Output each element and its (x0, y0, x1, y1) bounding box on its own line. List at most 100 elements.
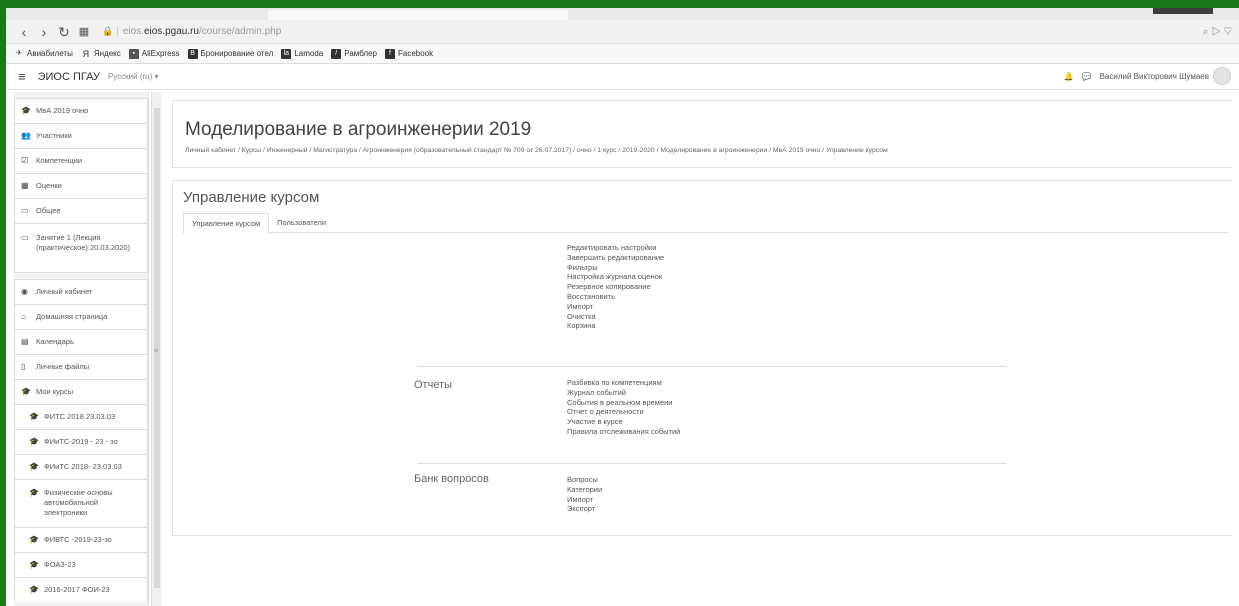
drawer-item[interactable]: ▭ Общее (14, 198, 148, 223)
address-actions-icon[interactable]: ⌕▷♡ (1203, 20, 1235, 44)
tab-bar: Управление курсом Пользователи (183, 213, 1228, 234)
graduation-cap-icon: 🎓 (21, 106, 31, 115)
divider (418, 463, 1006, 464)
drawer-item[interactable]: 🎓 ФИВТС -2019-23-зо (14, 527, 148, 552)
group-label-reports: Отчеты (414, 379, 453, 391)
site-brand[interactable]: ЭИОС ПГАУ (38, 71, 100, 83)
graduation-cap-icon: 🎓 (21, 387, 31, 396)
graduation-cap-icon: 🎓 (29, 462, 39, 471)
drawer-item[interactable]: ▭ Занятие 1 (Лекция (практическое) 20.03.… (14, 223, 148, 273)
browser-tab[interactable] (268, 10, 568, 20)
aliexpress-icon: ▪ (128, 48, 139, 59)
drawer-item[interactable]: ▦ Оценки (14, 173, 148, 198)
bookmark-item[interactable]: ✈ Авиабилеты (14, 49, 73, 59)
link-item[interactable]: Корзина (567, 321, 664, 331)
breadcrumb[interactable]: Личный кабинет / Курсы / Инженерный / Ма… (185, 147, 888, 154)
drawer-item[interactable]: 🎓 ФИиТС 2018- 23.03.03 (14, 454, 148, 479)
bookmark-item[interactable]: f Facebook (384, 48, 433, 59)
link-item[interactable]: Категории (567, 485, 602, 495)
page-title: Моделирование в агроинженерии 2019 (185, 119, 532, 140)
bookmark-item[interactable]: la Lamoda (281, 48, 323, 59)
drawer-item[interactable]: 🎓 Физические основы автомобильной электро… (14, 479, 148, 527)
lamoda-icon: la (281, 48, 292, 59)
link-item[interactable]: Редактировать настройки (567, 243, 664, 253)
graduation-cap-icon: 🎓 (29, 535, 39, 544)
users-icon: 👥 (21, 131, 31, 140)
drawer-item[interactable]: ◉ Личный кабинет (14, 279, 148, 304)
link-item[interactable]: Журнал событий (567, 388, 680, 398)
link-item[interactable]: Резервное копирование (567, 282, 664, 292)
drawer-scrollbar[interactable]: ≡ (151, 92, 161, 606)
admin-links: Редактировать настройки Завершить редакт… (567, 243, 664, 331)
graduation-cap-icon: 🎓 (29, 412, 39, 421)
graduation-cap-icon: 🎓 (29, 437, 39, 446)
drawer-item[interactable]: 🎓 2016-2017 ФОИ-23 (14, 577, 148, 602)
link-item[interactable]: Настройка журнала оценок (567, 272, 664, 282)
link-item[interactable]: Импорт (567, 302, 664, 312)
table-icon: ▦ (21, 181, 29, 190)
drawer-item[interactable]: 🎓 ФОАЗ-23 (14, 552, 148, 577)
link-item[interactable]: Разбивка по компетенциям (567, 378, 680, 388)
folder-icon: ▭ (21, 233, 29, 242)
bookmark-item[interactable]: ▪ AliExpress (128, 48, 180, 59)
address-bar: ‹ › ↻ ▦ 🔒 | eios. eios.pgau.ru/course/adm… (6, 20, 1239, 44)
user-name[interactable]: Василий Викторович Шумаев (1100, 72, 1209, 81)
yandex-icon: Я (82, 48, 90, 59)
lock-icon: 🔒 (102, 26, 114, 36)
page-header: Моделирование в агроинженерии 2019 Личны… (172, 100, 1232, 168)
nav-drawer: 🎓 МвА 2019 очно 👥 Участники ☑ Компетенции ▦… (14, 92, 149, 606)
plane-icon: ✈ (16, 49, 22, 57)
bookmark-item[interactable]: Я Яндекс (81, 49, 121, 59)
bookmark-item[interactable]: B Бронирование отел (187, 48, 273, 59)
grip-icon: ≡ (154, 348, 159, 355)
back-icon[interactable]: ‹ (14, 20, 34, 44)
tabs-grid-icon[interactable]: ▦ (74, 20, 94, 44)
calendar-icon: ▤ (21, 337, 29, 346)
tab-users[interactable]: Пользователи (269, 213, 334, 233)
drawer-item[interactable]: 🎓 ФИиТС-2019 - 23 - зо (14, 429, 148, 454)
folder-icon: ▭ (21, 206, 29, 215)
dashboard-icon: ◉ (21, 287, 28, 296)
drawer-item[interactable]: 👥 Участники (14, 123, 148, 148)
link-item[interactable]: Завершить редактирование (567, 253, 664, 263)
link-item[interactable]: События в реальном времени (567, 398, 680, 408)
drawer-item[interactable]: ▤ Календарь (14, 329, 148, 354)
user-menu: 🔔 💬 Василий Викторович Шумаев (1064, 67, 1231, 85)
course-admin-panel: Управление курсом Управление курсом Поль… (172, 180, 1232, 536)
link-item[interactable]: Отчет о деятельности (567, 407, 680, 417)
link-item[interactable]: Правила отслеживания событий (567, 427, 680, 437)
link-item[interactable]: Очистка (567, 312, 664, 322)
moodle-navbar: ≡ ЭИОС ПГАУ Русский (ru) ▾ 🔔 💬 Василий В… (6, 64, 1239, 90)
home-icon: ⌂ (21, 312, 26, 321)
tab-strip (6, 8, 1239, 20)
link-item[interactable]: Фильтры (567, 263, 664, 273)
reports-links: Разбивка по компетенциям Журнал событий … (567, 378, 680, 437)
drawer-item[interactable]: 🎓 ФИТС 2018 23.03.03 (14, 404, 148, 429)
reload-icon[interactable]: ↻ (54, 20, 74, 44)
url-path: /course/admin.php (199, 26, 282, 37)
facebook-icon: f (384, 48, 395, 59)
group-label-question-bank: Банк вопросов (414, 473, 489, 485)
link-item[interactable]: Импорт (567, 495, 602, 505)
booking-icon: B (187, 48, 198, 59)
bell-icon[interactable]: 🔔 (1064, 72, 1074, 81)
forward-icon[interactable]: › (34, 20, 54, 44)
section-title: Управление курсом (183, 189, 320, 206)
chat-icon[interactable]: 💬 (1082, 72, 1092, 81)
link-item[interactable]: Восстановить (567, 292, 664, 302)
drawer-item[interactable]: ⌂ Домашняя страница (14, 304, 148, 329)
tab-course-admin[interactable]: Управление курсом (183, 213, 270, 234)
link-item[interactable]: Вопросы (567, 475, 602, 485)
link-item[interactable]: Участие в курсе (567, 417, 680, 427)
drawer-item[interactable]: 🎓 Мои курсы (14, 379, 148, 404)
bookmark-item[interactable]: / Рамблер (331, 48, 377, 59)
graduation-cap-icon: 🎓 (29, 585, 39, 594)
link-item[interactable]: Экспорт (567, 504, 602, 514)
menu-icon[interactable]: ≡ (18, 69, 26, 84)
drawer-item[interactable]: ▯ Личные файлы (14, 354, 148, 379)
drawer-item[interactable]: 🎓 МвА 2019 очно (14, 98, 148, 123)
avatar[interactable] (1213, 67, 1231, 85)
url-field[interactable]: 🔒 | eios. eios.pgau.ru/course/admin.php (102, 26, 281, 37)
drawer-item[interactable]: ☑ Компетенции (14, 148, 148, 173)
language-select[interactable]: Русский (ru) ▾ (108, 72, 159, 81)
